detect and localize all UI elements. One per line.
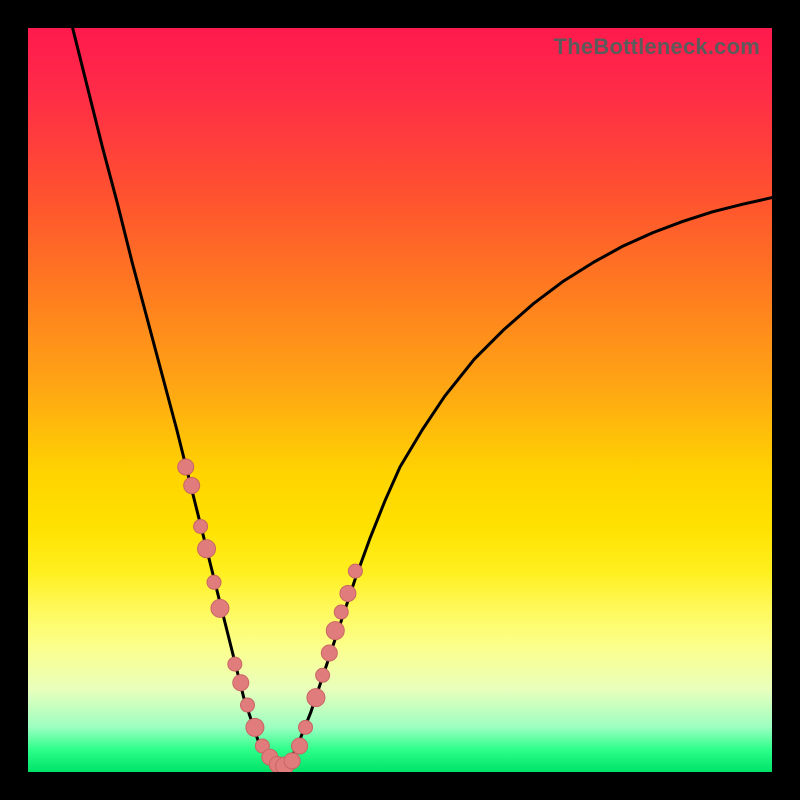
data-marker xyxy=(334,605,348,619)
data-marker xyxy=(198,540,216,558)
data-marker xyxy=(211,599,229,617)
data-marker xyxy=(284,753,300,769)
data-marker xyxy=(240,698,254,712)
data-marker xyxy=(348,564,362,578)
data-marker xyxy=(326,622,344,640)
data-marker xyxy=(246,718,264,736)
data-marker xyxy=(307,689,325,707)
data-marker xyxy=(299,720,313,734)
chart-svg xyxy=(28,28,772,772)
bottleneck-curve xyxy=(73,28,772,767)
data-marker xyxy=(292,738,308,754)
data-marker xyxy=(184,478,200,494)
data-marker xyxy=(316,668,330,682)
data-marker xyxy=(228,657,242,671)
plot-area: TheBottleneck.com xyxy=(28,28,772,772)
chart-frame: TheBottleneck.com xyxy=(0,0,800,800)
data-marker xyxy=(233,675,249,691)
data-marker xyxy=(207,575,221,589)
data-marker xyxy=(340,585,356,601)
data-marker xyxy=(194,519,208,533)
data-marker xyxy=(321,645,337,661)
data-marker xyxy=(178,459,194,475)
